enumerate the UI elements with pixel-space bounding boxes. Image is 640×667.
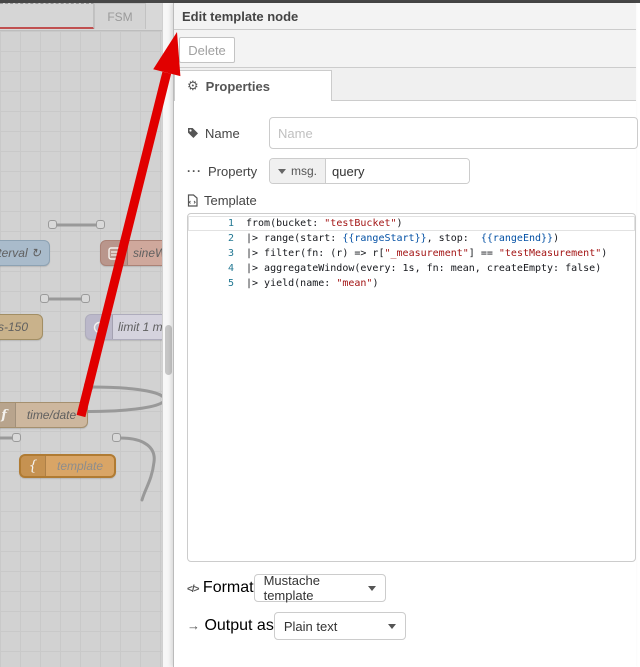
- workspace-tab-fsm-label: FSM: [107, 9, 133, 24]
- node-interval-output-port[interactable]: [48, 220, 57, 229]
- node-interval[interactable]: interval ↻: [0, 240, 50, 266]
- tray-toolbar: Delete: [174, 30, 636, 68]
- template-label: Template: [187, 193, 636, 208]
- node-template-input-port[interactable]: [12, 433, 21, 442]
- template-code-lines: 1 from(bucket: "testBucket") 2 |> range(sta…: [188, 216, 635, 291]
- edit-node-tray: Edit template node Delete ⚙ Properties N…: [173, 3, 638, 667]
- wire-template-out: [118, 436, 156, 502]
- name-label: Name: [187, 126, 269, 141]
- template-brace-icon: {: [21, 456, 46, 476]
- code-text: |> yield(name: "mean"): [246, 278, 379, 289]
- code-line[interactable]: 4 |> aggregateWindow(every: 1s, fn: mean,…: [188, 261, 635, 276]
- flow-wires: [0, 223, 162, 502]
- node-template-output-port[interactable]: [112, 433, 121, 442]
- line-number: 1: [227, 218, 234, 229]
- workspace-scrollbar[interactable]: [162, 3, 173, 667]
- workspace-tab-fsm[interactable]: FSM: [94, 3, 146, 29]
- tray-header: Edit template node: [174, 3, 636, 30]
- chevron-down-icon: [367, 585, 376, 591]
- caret-down-icon: [278, 168, 286, 174]
- chevron-down-icon: [387, 623, 396, 629]
- node-timedate[interactable]: f time/date: [0, 402, 88, 428]
- output-row: → Output as Plain text: [187, 612, 636, 640]
- workspace-scrollbar-thumb[interactable]: [165, 325, 172, 375]
- node-sinewave-input-port[interactable]: [96, 220, 105, 229]
- output-select[interactable]: Plain text: [273, 612, 406, 640]
- format-row: </> Format Mustache template: [187, 573, 636, 603]
- node-timedate-output-port[interactable]: [84, 382, 93, 391]
- code-text: from(bucket: "testBucket"): [246, 218, 403, 229]
- tray-tabbar: ⚙ Properties: [174, 68, 636, 101]
- property-prefix: msg.: [291, 164, 318, 178]
- node-s150-label: s-150: [0, 320, 28, 334]
- file-code-icon: [187, 194, 198, 207]
- arrow-right-icon: →: [187, 618, 200, 633]
- node-limit-label: limit 1 ms: [118, 320, 162, 334]
- code-line[interactable]: 3 |> filter(fn: (r) => r["_measurement"] …: [188, 246, 635, 261]
- workspace-tab-active[interactable]: [0, 3, 94, 29]
- property-label: ··· Property: [187, 163, 258, 179]
- output-select-value: Plain text: [283, 618, 338, 634]
- clock-icon: [86, 315, 113, 339]
- node-template-label: template: [56, 459, 104, 473]
- node-timedate-label: time/date: [26, 408, 77, 422]
- output-label: → Output as: [187, 617, 274, 634]
- code-line[interactable]: 1 from(bucket: "testBucket"): [188, 216, 635, 231]
- delete-button[interactable]: Delete: [179, 37, 235, 63]
- name-row: Name: [187, 117, 638, 149]
- node-sinewave-label: sineW: [133, 246, 162, 260]
- tag-icon: [187, 127, 199, 139]
- tab-properties-label: Properties: [205, 78, 270, 94]
- line-number: 5: [227, 278, 234, 289]
- code-text: |> aggregateWindow(every: 1s, fn: mean, …: [246, 263, 602, 274]
- code-text: |> filter(fn: (r) => r["_measurement"] =…: [246, 248, 608, 259]
- tab-properties[interactable]: ⚙ Properties: [174, 70, 332, 101]
- node-limit-input-port[interactable]: [81, 294, 90, 303]
- node-interval-label: interval ↻: [0, 246, 41, 260]
- line-number: 2: [227, 233, 234, 244]
- node-template[interactable]: { template: [19, 454, 116, 478]
- function-icon: f: [0, 403, 16, 427]
- tray-title: Edit template node: [182, 8, 299, 24]
- node-edit-form: Name ··· Property msg. Template: [174, 101, 638, 667]
- property-value-input[interactable]: [326, 159, 469, 183]
- format-select[interactable]: Mustache template: [253, 573, 386, 603]
- node-limit[interactable]: limit 1 ms: [85, 314, 162, 340]
- property-row: ··· Property msg.: [187, 158, 636, 184]
- code-text: |> range(start: {{rangeStart}}, stop: {{…: [246, 233, 560, 244]
- workspace-tabbar: FSM: [0, 3, 162, 31]
- node-s150-output-port[interactable]: [40, 294, 49, 303]
- flow-workspace[interactable]: FSM interval ↻ sineW s-150: [0, 3, 162, 667]
- format-select-value: Mustache template: [263, 573, 320, 603]
- template-code-editor[interactable]: 1 from(bucket: "testBucket") 2 |> range(sta…: [187, 213, 636, 562]
- code-brackets-icon: </>: [187, 584, 200, 595]
- ellipsis-icon: ···: [187, 164, 202, 178]
- line-number: 3: [227, 248, 234, 259]
- line-number: 4: [227, 263, 234, 274]
- gear-icon: ⚙: [187, 78, 199, 93]
- name-input[interactable]: [269, 117, 638, 149]
- property-typed-input: msg.: [269, 158, 470, 184]
- code-line[interactable]: 5 |> yield(name: "mean"): [188, 276, 635, 291]
- sine-wave-node-icon: [101, 241, 128, 265]
- property-type-button[interactable]: msg.: [270, 159, 327, 183]
- format-label: </> Format: [187, 579, 254, 596]
- flow-canvas[interactable]: interval ↻ sineW s-150 limit 1 ms f time: [0, 31, 162, 667]
- node-sinewave[interactable]: sineW: [100, 240, 162, 266]
- code-line[interactable]: 2 |> range(start: {{rangeStart}}, stop: {…: [188, 231, 635, 246]
- node-s150[interactable]: s-150: [0, 314, 43, 340]
